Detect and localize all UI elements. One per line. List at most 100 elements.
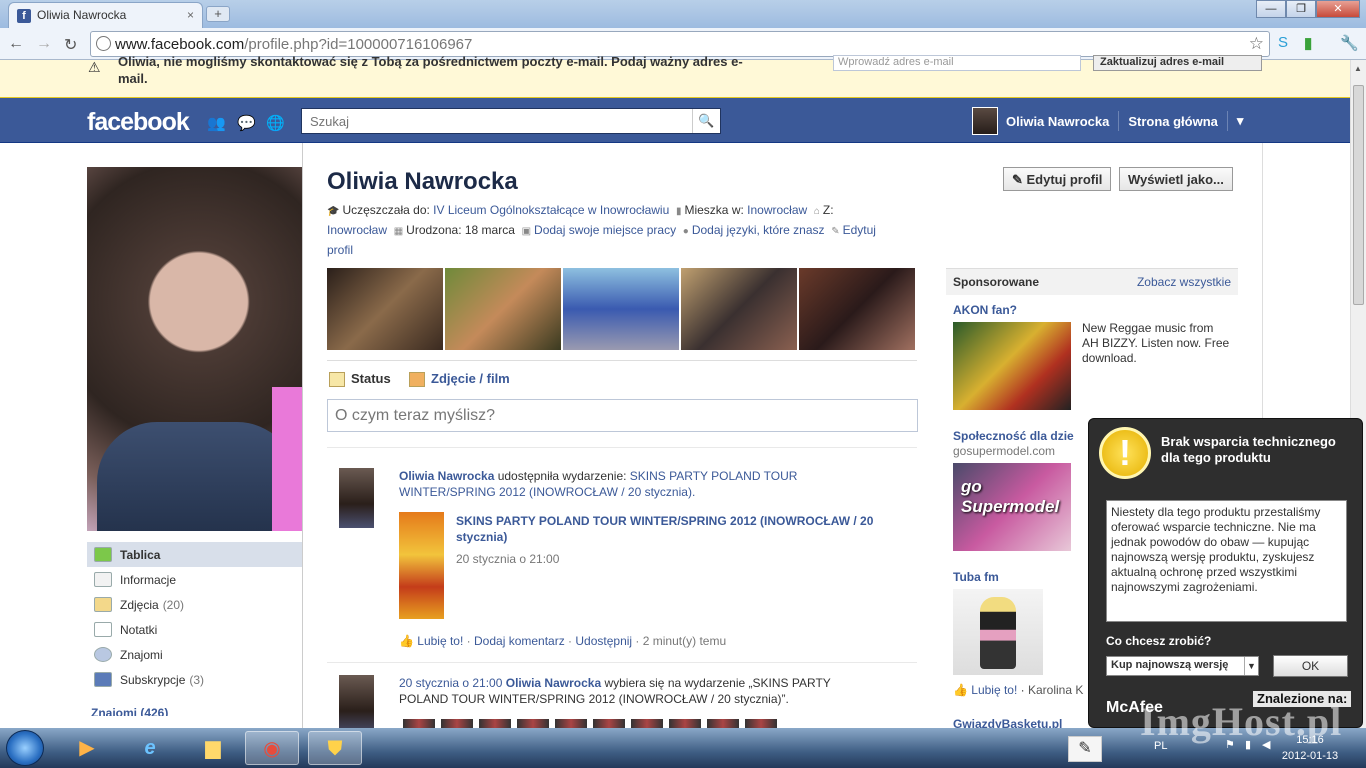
ad-like-link[interactable]: Lubię to! — [971, 683, 1017, 697]
like-link[interactable]: Lubię to! — [417, 634, 463, 648]
profile-photo-thumbnail[interactable] — [445, 268, 561, 350]
close-window-button[interactable]: ✕ — [1316, 0, 1360, 18]
home-link[interactable]: Strona główna — [1128, 114, 1218, 129]
update-email-button[interactable]: Zaktualizuj adres e-mail — [1093, 55, 1262, 71]
notifications-globe-icon[interactable]: 🌐 — [266, 114, 285, 132]
status-composer-input[interactable]: O czym teraz myślisz? — [327, 399, 918, 432]
divider — [327, 360, 917, 361]
skype-extension-icon[interactable]: S — [1278, 34, 1288, 51]
nav-label: Tablica — [120, 547, 161, 562]
divider — [302, 143, 303, 728]
nav-item-notatki[interactable]: Notatki — [87, 617, 302, 642]
url-host: www.facebook.com — [115, 36, 245, 53]
profile-photo-thumbnail[interactable] — [563, 268, 679, 350]
chrome-icon[interactable]: ◉ — [245, 731, 299, 765]
nav-label: Notatki — [120, 622, 158, 637]
facebook-logo[interactable]: facebook — [87, 108, 190, 137]
reload-icon[interactable]: ↻ — [64, 35, 77, 55]
story-avatar[interactable] — [339, 675, 374, 735]
info-icon — [94, 572, 112, 587]
profile-name: Oliwia Nawrocka — [327, 168, 518, 195]
divider — [1226, 111, 1228, 131]
nav-item-subskrypcje[interactable]: Subskrypcje (3) — [87, 667, 302, 692]
story-avatar[interactable] — [339, 468, 374, 528]
internet-explorer-icon[interactable]: e — [123, 731, 177, 765]
action-select[interactable]: Kup najnowszą wersję ▼ — [1106, 656, 1259, 676]
school-link[interactable]: IV Liceum Ogólnokształcące w Inowrocławi… — [433, 203, 669, 217]
flag-icon[interactable]: ⚑ — [1225, 738, 1235, 751]
story-date-link[interactable]: 20 stycznia o 21:00 — [399, 676, 502, 690]
ad-title[interactable]: Tuba fm — [953, 570, 999, 584]
scrollbar-thumb[interactable] — [1353, 85, 1364, 305]
security-shield-icon[interactable]: ⛊ — [308, 731, 362, 765]
story-author[interactable]: Oliwia Nawrocka — [506, 676, 601, 690]
profile-photo-thumbnail[interactable] — [799, 268, 915, 350]
profile-photo-thumbnail[interactable] — [327, 268, 443, 350]
wrench-menu-icon[interactable]: 🔧 — [1340, 34, 1359, 52]
search-box[interactable]: 🔍 — [301, 108, 721, 134]
composer-tab-status[interactable]: Status — [329, 371, 391, 388]
nav-item-zdjecia[interactable]: Zdjęcia (20) — [87, 592, 302, 617]
add-work-link[interactable]: Dodaj swoje miejsce pracy — [534, 223, 676, 237]
scroll-up-arrow-icon[interactable]: ▲ — [1354, 64, 1362, 73]
ad-image[interactable] — [953, 322, 1071, 410]
browser-tab[interactable]: f Oliwia Nawrocka × — [8, 2, 203, 28]
bookmark-star-icon[interactable]: ☆ — [1249, 34, 1264, 54]
like-icon: 👍 — [953, 683, 972, 697]
user-avatar[interactable] — [972, 107, 998, 135]
minimize-button[interactable]: — — [1256, 0, 1286, 18]
pen-tray-icon[interactable]: ✎ — [1068, 736, 1102, 762]
add-languages-link[interactable]: Dodaj języki, które znasz — [692, 223, 825, 237]
media-player-icon[interactable]: ▶ — [60, 731, 114, 765]
facebook-header: facebook 👥 💬 🌐 🔍 Oliwia Nawrocka Strona … — [0, 98, 1350, 143]
nav-item-informacje[interactable]: Informacje — [87, 567, 302, 592]
profile-photo-thumbnail[interactable] — [681, 268, 797, 350]
maximize-button[interactable]: ❐ — [1286, 0, 1316, 18]
start-button[interactable] — [6, 730, 44, 766]
photo-icon — [409, 372, 425, 388]
battery-icon[interactable]: ▮ — [1245, 738, 1251, 751]
clock[interactable]: 15:16 2012-01-13 — [1280, 732, 1340, 764]
ok-button[interactable]: OK — [1273, 655, 1348, 677]
explorer-folder-icon[interactable]: ▆ — [186, 731, 240, 765]
chevron-down-icon[interactable]: ▼ — [1244, 657, 1258, 675]
forward-arrow-icon[interactable]: → — [36, 35, 52, 53]
nav-item-tablica[interactable]: Tablica — [87, 542, 302, 567]
signal-extension-icon[interactable]: ▮ — [1304, 34, 1312, 52]
search-icon[interactable]: 🔍 — [692, 109, 720, 133]
friend-requests-icon[interactable]: 👥 — [207, 114, 226, 132]
friends-section-heading[interactable]: Znajomi (426) — [87, 706, 302, 716]
back-arrow-icon[interactable]: ← — [8, 35, 24, 53]
share-link[interactable]: Udostępnij — [575, 634, 632, 648]
divider — [1118, 111, 1120, 131]
ad-image[interactable]: go Supermodel — [953, 463, 1071, 551]
ad-title[interactable]: AKON fan? — [953, 303, 1017, 317]
ad-title[interactable]: GwiazdyBasketu.pl — [953, 717, 1062, 728]
search-input[interactable] — [302, 109, 692, 133]
ad-title[interactable]: Społeczność dla dzie — [953, 429, 1086, 443]
story-author[interactable]: Oliwia Nawrocka — [399, 469, 494, 483]
see-all-link[interactable]: Zobacz wszystkie — [1137, 275, 1231, 289]
volume-icon[interactable]: ◀ — [1262, 738, 1270, 751]
from-link[interactable]: Inowrocław — [327, 223, 387, 237]
lives-label: Mieszka w: — [684, 203, 744, 217]
lives-link[interactable]: Inowrocław — [747, 203, 807, 217]
view-as-button[interactable]: Wyświetl jako... — [1119, 167, 1233, 191]
event-poster-image[interactable] — [399, 512, 444, 619]
edit-profile-button[interactable]: ✎ Edytuj profil — [1003, 167, 1112, 191]
profile-picture[interactable] — [87, 167, 302, 531]
account-menu-arrow-icon[interactable]: ▾ — [1237, 113, 1244, 129]
event-title-link[interactable]: SKINS PARTY POLAND TOUR WINTER/SPRING 20… — [456, 513, 886, 545]
ad-image[interactable] — [953, 589, 1043, 675]
tab-close-icon[interactable]: × — [187, 8, 194, 22]
comment-link[interactable]: Dodaj komentarz — [474, 634, 565, 648]
messages-icon[interactable]: 💬 — [237, 114, 256, 132]
profile-left-nav: Tablica Informacje Zdjęcia (20) Notatki Z… — [87, 542, 302, 716]
new-tab-button[interactable]: + — [206, 6, 230, 22]
lang-indicator[interactable]: PL — [1154, 740, 1167, 752]
email-input[interactable]: Wprowadź adres e-mail — [833, 55, 1081, 71]
page-info-icon[interactable] — [96, 36, 111, 51]
composer-tab-photo[interactable]: Zdjęcie / film — [409, 371, 510, 388]
nav-item-znajomi[interactable]: Znajomi — [87, 642, 302, 667]
header-user-name[interactable]: Oliwia Nawrocka — [1006, 114, 1109, 129]
